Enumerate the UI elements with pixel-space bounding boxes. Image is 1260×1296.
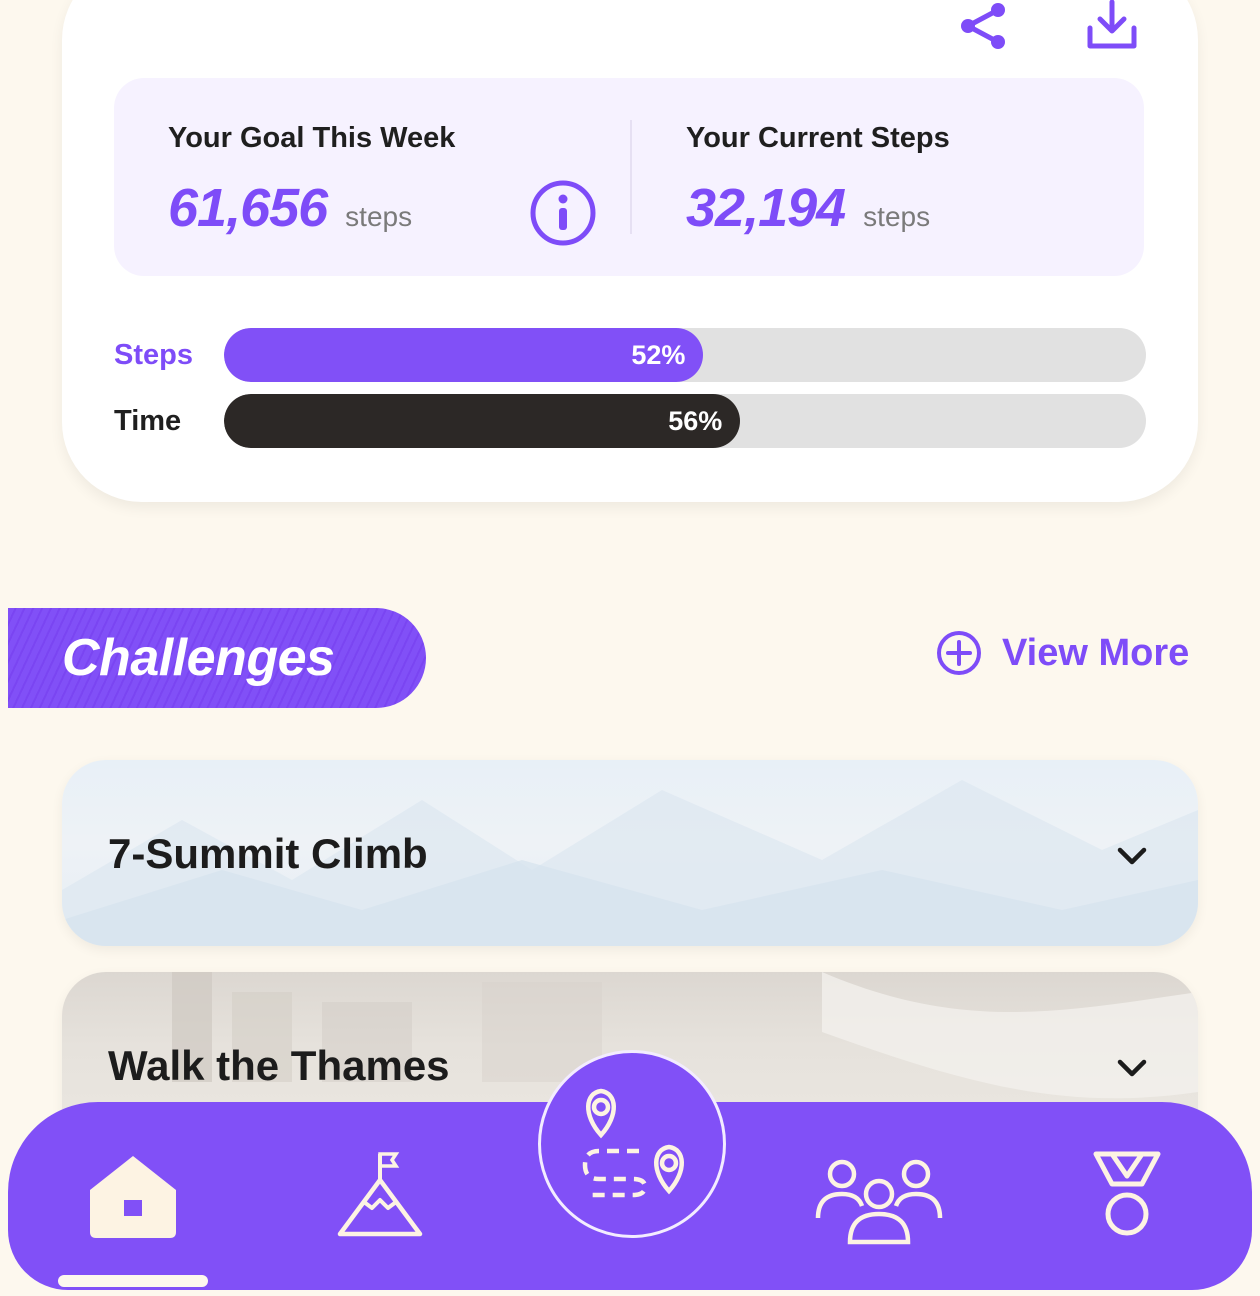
nav-achievements[interactable]	[1090, 1150, 1164, 1240]
time-progress-percent: 56%	[668, 405, 723, 436]
card-actions	[956, 0, 1140, 54]
weekly-goal-card: Your Goal This Week 61,656 steps Your Cu…	[62, 0, 1198, 502]
current-value: 32,194	[686, 178, 846, 238]
time-progress-label: Time	[114, 404, 182, 437]
time-progress-row: Time 56%	[114, 394, 1146, 448]
chevron-down-icon[interactable]	[1112, 1048, 1152, 1088]
steps-progress-fill: 52%	[224, 328, 704, 382]
nav-community[interactable]	[814, 1154, 944, 1246]
route-button[interactable]	[538, 1050, 726, 1238]
current-steps-stat: Your Current Steps 32,194 steps	[686, 122, 950, 239]
mountain-flag-icon	[337, 1152, 423, 1237]
community-icon	[815, 1159, 943, 1245]
app-screen: Your Goal This Week 61,656 steps Your Cu…	[0, 0, 1260, 1296]
challenge-title: Walk the Thames	[108, 1042, 450, 1089]
nav-challenges[interactable]	[334, 1150, 424, 1240]
steps-progress-track: 52%	[224, 328, 1146, 382]
challenge-card-summit[interactable]: 7-Summit Climb	[62, 760, 1198, 946]
steps-progress-percent: 52%	[631, 339, 686, 370]
goal-unit: steps	[345, 201, 413, 232]
stats-box: Your Goal This Week 61,656 steps Your Cu…	[114, 78, 1144, 276]
current-title: Your Current Steps	[686, 122, 950, 154]
steps-progress-row: Steps 52%	[114, 328, 1146, 382]
challenges-header: Challenges	[8, 608, 426, 708]
time-progress-track: 56%	[224, 394, 1146, 448]
view-more-label: View More	[1002, 631, 1190, 674]
steps-progress-label: Steps	[114, 338, 193, 371]
nav-home[interactable]	[86, 1152, 180, 1242]
time-progress-fill: 56%	[224, 394, 741, 448]
view-more-button[interactable]: View More	[936, 630, 1189, 676]
route-map-icon	[582, 1088, 684, 1198]
medal-icon	[1093, 1151, 1161, 1236]
share-icon[interactable]	[956, 0, 1012, 54]
home-icon	[90, 1156, 176, 1238]
weekly-goal-stat: Your Goal This Week 61,656 steps	[168, 122, 455, 239]
challenge-title: 7-Summit Climb	[108, 830, 428, 877]
current-unit: steps	[863, 201, 931, 232]
info-icon[interactable]	[528, 178, 598, 248]
active-tab-indicator	[58, 1275, 208, 1287]
goal-value: 61,656	[168, 178, 328, 238]
chevron-down-icon[interactable]	[1112, 836, 1152, 876]
plus-circle-icon	[937, 631, 981, 675]
goal-title: Your Goal This Week	[168, 122, 456, 154]
stats-divider	[630, 120, 632, 234]
challenges-title: Challenges	[62, 629, 335, 687]
download-icon[interactable]	[1084, 0, 1140, 54]
